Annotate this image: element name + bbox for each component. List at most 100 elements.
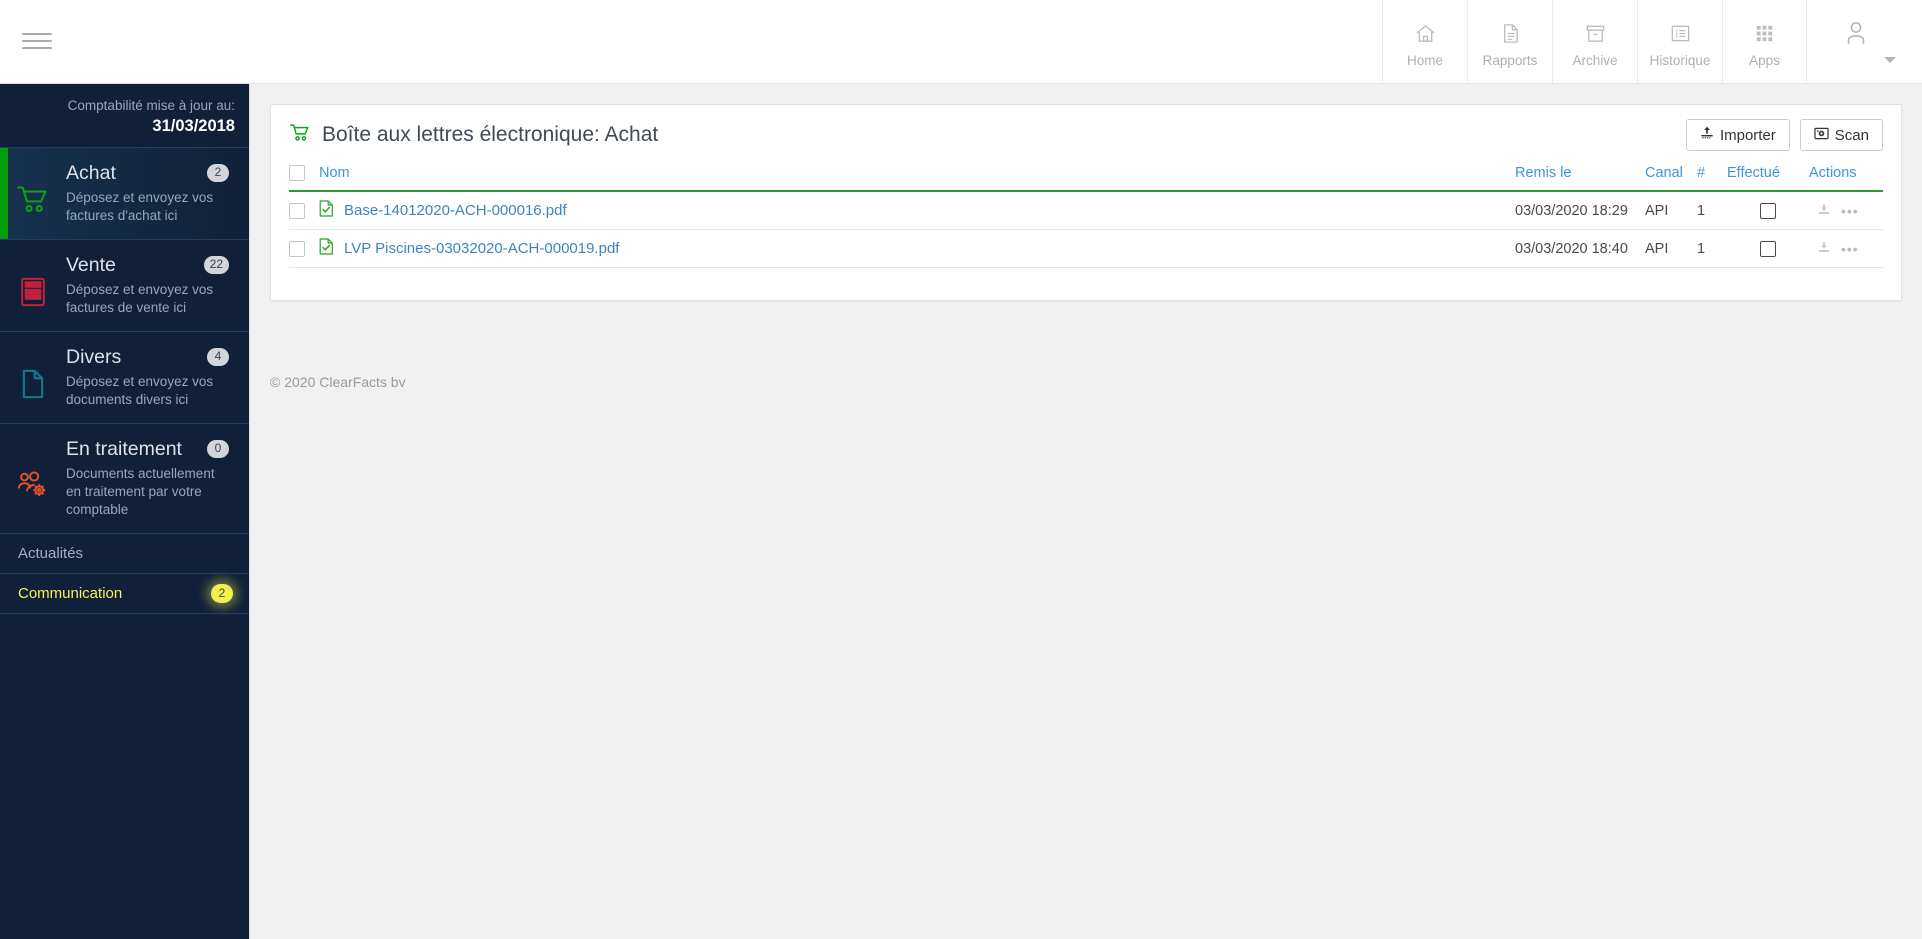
sidebar-item-text: Achat 2 Déposez et envoyez vos factures … xyxy=(66,161,233,225)
sidebar-item-title: En traitement xyxy=(66,438,182,460)
row-name-cell: LVP Piscines-03032020-ACH-000019.pdf xyxy=(319,229,1515,269)
sidebar: Comptabilité mise à jour au: 31/03/2018 … xyxy=(0,84,250,939)
topnav-item-apps[interactable]: Apps xyxy=(1722,0,1807,83)
accounting-updated-block: Comptabilité mise à jour au: 31/03/2018 xyxy=(0,84,249,148)
sidebar-item-label: Communication xyxy=(18,585,123,602)
th-select-all xyxy=(289,161,319,193)
card-actions: Importer Scan xyxy=(1685,119,1883,151)
topnav-label: Apps xyxy=(1749,52,1780,68)
th-remis-le[interactable]: Remis le xyxy=(1515,161,1645,193)
footer-copyright: © 2020 ClearFacts bv xyxy=(270,374,406,390)
row-remis-le: 03/03/2020 18:40 xyxy=(1515,229,1645,269)
camera-icon xyxy=(1814,126,1829,144)
sidebar-item-desc: Déposez et envoyez vos factures de vente… xyxy=(66,282,214,315)
hamburger-menu-icon[interactable] xyxy=(15,30,59,60)
top-bar: Home Rapports Archive Historique Apps xyxy=(0,0,1922,84)
sidebar-item-title: Divers xyxy=(66,346,122,368)
documents-table: Nom Remis le Canal # Effectué Actions Ba… xyxy=(289,161,1883,269)
effectue-checkbox[interactable] xyxy=(1760,240,1776,257)
top-navigation: Home Rapports Archive Historique Apps xyxy=(1382,0,1807,83)
more-dots-icon[interactable]: ••• xyxy=(1841,241,1859,257)
shopping-cart-icon xyxy=(0,161,66,225)
list-icon xyxy=(1669,20,1692,47)
download-icon[interactable] xyxy=(1817,239,1831,258)
sidebar-item-badge: 2 xyxy=(211,584,233,603)
scan-button[interactable]: Scan xyxy=(1799,119,1883,151)
hamburger-bar xyxy=(22,40,52,42)
page-title: Boîte aux lettres électronique: Achat xyxy=(322,123,659,146)
sidebar-item-en-traitement[interactable]: En traitement 0 Documents actuellement e… xyxy=(0,424,249,534)
table-header-row: Nom Remis le Canal # Effectué Actions xyxy=(289,161,1883,193)
hamburger-bar xyxy=(22,47,52,49)
home-icon xyxy=(1414,20,1437,47)
sidebar-item-divers[interactable]: Divers 4 Déposez et envoyez vos document… xyxy=(0,332,249,424)
topnav-item-archive[interactable]: Archive xyxy=(1552,0,1637,83)
sidebar-item-desc: Déposez et envoyez vos documents divers … xyxy=(66,374,214,407)
topnav-label: Home xyxy=(1406,52,1443,68)
main-content: Boîte aux lettres électronique: Achat Im… xyxy=(250,84,1922,939)
th-nom[interactable]: Nom xyxy=(319,161,1515,193)
effectue-checkbox[interactable] xyxy=(1760,202,1776,219)
button-label: Scan xyxy=(1834,126,1869,144)
pdf-check-icon xyxy=(319,200,334,221)
row-actions-cell: ••• xyxy=(1809,229,1883,269)
download-icon[interactable] xyxy=(1817,201,1831,220)
table-row[interactable]: Base-14012020-ACH-000016.pdf 03/03/2020 … xyxy=(289,191,1883,231)
sidebar-item-badge: 22 xyxy=(203,256,229,274)
sidebar-item-communication[interactable]: Communication 2 xyxy=(0,574,249,614)
topnav-item-home[interactable]: Home xyxy=(1382,0,1467,83)
importer-button[interactable]: Importer xyxy=(1685,119,1790,151)
row-count: 1 xyxy=(1697,191,1727,231)
row-checkbox[interactable] xyxy=(289,202,305,219)
users-gear-icon xyxy=(0,437,66,519)
topnav-item-rapports[interactable]: Rapports xyxy=(1467,0,1552,83)
th-effectue: Effectué xyxy=(1727,161,1809,193)
accounting-updated-date: 31/03/2018 xyxy=(152,117,235,135)
user-menu[interactable] xyxy=(1807,0,1912,83)
grid-apps-icon xyxy=(1753,20,1776,47)
row-canal: API xyxy=(1645,191,1697,231)
sidebar-item-badge: 4 xyxy=(207,348,229,366)
accounting-updated-label: Comptabilité mise à jour au: xyxy=(67,98,235,113)
button-label: Importer xyxy=(1719,126,1776,144)
sidebar-item-desc: Déposez et envoyez vos factures d'achat … xyxy=(66,190,214,223)
row-checkbox[interactable] xyxy=(289,240,305,257)
sidebar-item-text: Vente 22 Déposez et envoyez vos factures… xyxy=(66,253,233,317)
mailbox-card: Boîte aux lettres électronique: Achat Im… xyxy=(270,104,1902,302)
row-select-cell xyxy=(289,191,319,231)
archive-box-icon xyxy=(1584,20,1607,47)
file-icon xyxy=(0,345,66,409)
th-actions: Actions xyxy=(1809,161,1883,193)
sidebar-item-text: Divers 4 Déposez et envoyez vos document… xyxy=(66,345,233,409)
document-icon xyxy=(1499,20,1522,47)
pdf-check-icon xyxy=(319,238,334,259)
row-remis-le: 03/03/2020 18:29 xyxy=(1515,191,1645,231)
row-actions-cell: ••• xyxy=(1809,191,1883,231)
sidebar-item-achat[interactable]: Achat 2 Déposez et envoyez vos factures … xyxy=(0,148,249,240)
th-count[interactable]: # xyxy=(1697,161,1727,193)
row-effectue-cell xyxy=(1727,191,1809,231)
sidebar-item-title: Achat xyxy=(66,162,116,184)
th-canal[interactable]: Canal xyxy=(1645,161,1697,193)
calculator-icon xyxy=(0,253,66,317)
chevron-down-icon[interactable] xyxy=(1884,57,1896,63)
file-name-link[interactable]: LVP Piscines-03032020-ACH-000019.pdf xyxy=(344,240,619,257)
hamburger-bar xyxy=(22,33,52,35)
topnav-label: Rapports xyxy=(1482,52,1538,68)
topnav-item-historique[interactable]: Historique xyxy=(1637,0,1722,83)
row-effectue-cell xyxy=(1727,229,1809,269)
row-canal: API xyxy=(1645,229,1697,269)
more-dots-icon[interactable]: ••• xyxy=(1841,203,1859,219)
file-name-link[interactable]: Base-14012020-ACH-000016.pdf xyxy=(344,202,567,219)
topnav-label: Historique xyxy=(1649,52,1711,68)
sidebar-item-vente[interactable]: Vente 22 Déposez et envoyez vos factures… xyxy=(0,240,249,332)
sidebar-item-title: Vente xyxy=(66,254,116,276)
card-header: Boîte aux lettres électronique: Achat Im… xyxy=(289,105,1883,161)
sidebar-item-actualites[interactable]: Actualités xyxy=(0,534,249,574)
sidebar-item-label: Actualités xyxy=(18,545,84,562)
table-row[interactable]: LVP Piscines-03032020-ACH-000019.pdf 03/… xyxy=(289,229,1883,269)
user-avatar-icon xyxy=(1843,20,1869,53)
select-all-checkbox[interactable] xyxy=(289,165,305,182)
topnav-label: Archive xyxy=(1572,52,1618,68)
sidebar-item-badge: 2 xyxy=(207,164,229,182)
